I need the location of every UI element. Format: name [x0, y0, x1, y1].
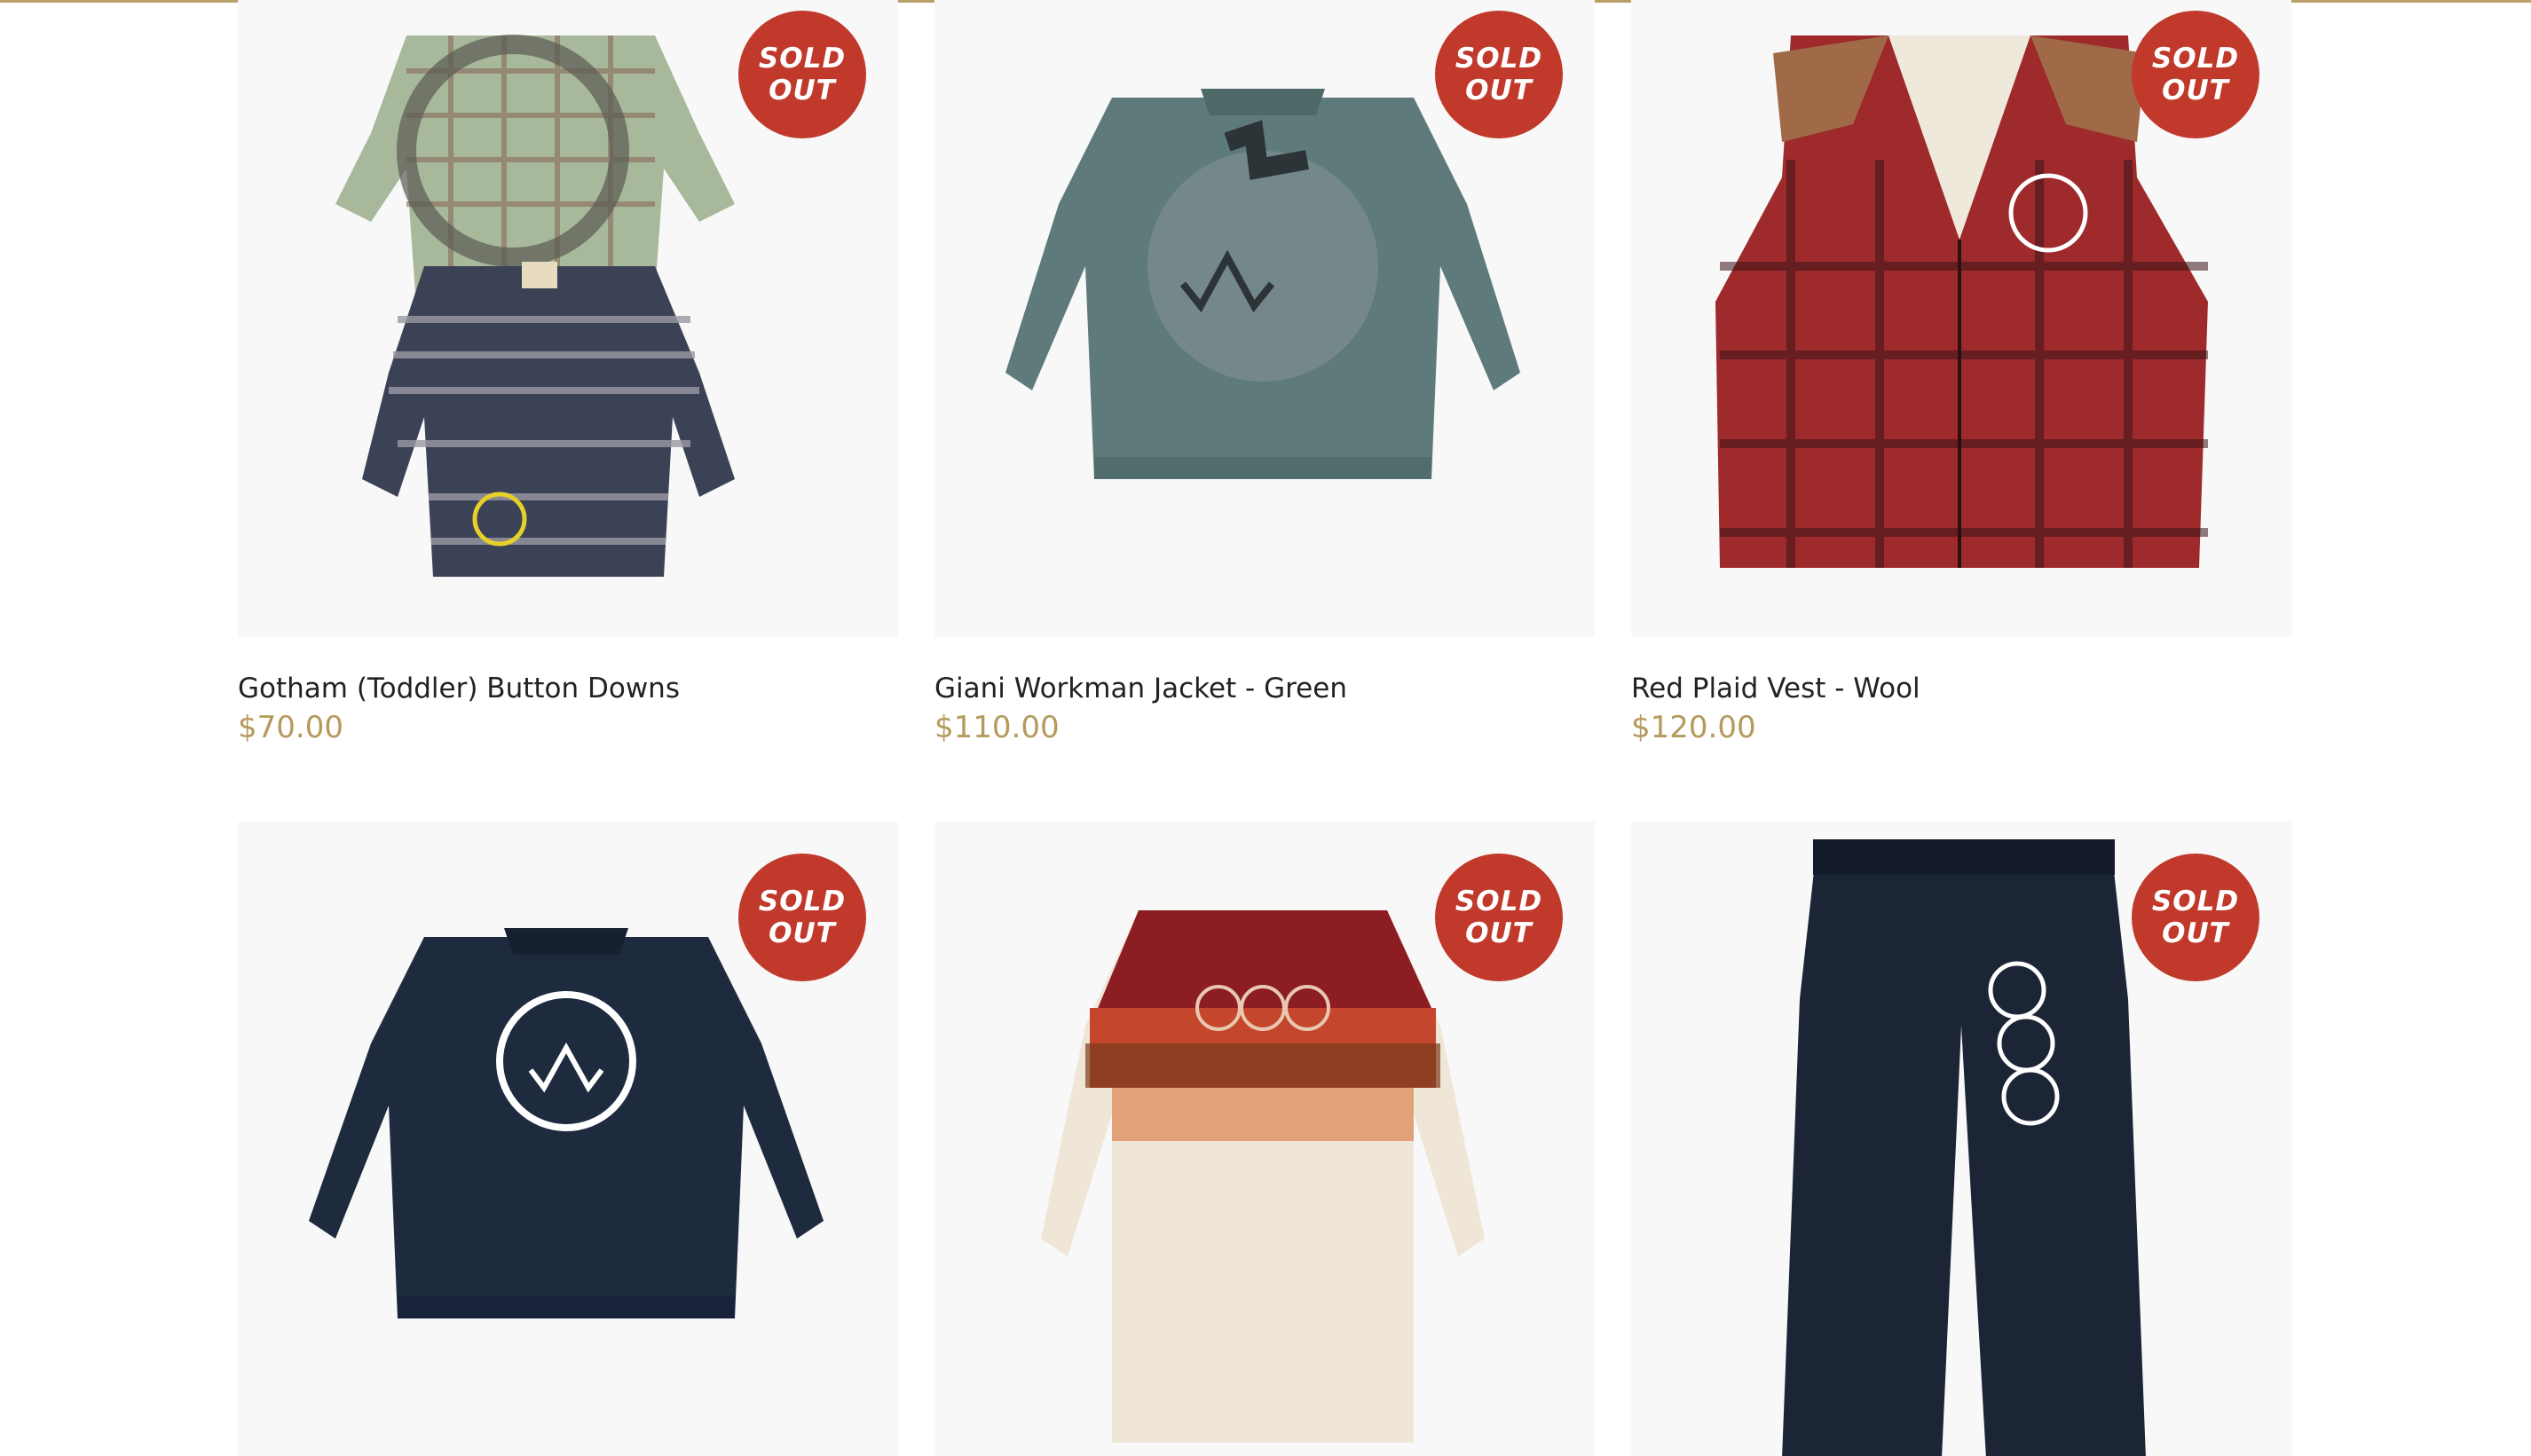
product-title[interactable]: Red Plaid Vest - Wool — [1631, 673, 1920, 704]
badge-line-1: SOLD — [1455, 43, 1543, 75]
product-title[interactable]: Gotham (Toddler) Button Downs — [238, 673, 680, 704]
badge-line-1: SOLD — [2151, 885, 2240, 917]
badge-line-1: SOLD — [758, 885, 847, 917]
sold-out-badge: SOLD OUT — [1435, 11, 1563, 138]
product-price: $110.00 — [934, 710, 1060, 745]
sold-out-badge: SOLD OUT — [738, 854, 866, 981]
badge-line-1: SOLD — [1455, 885, 1543, 917]
badge-line-2: OUT — [769, 75, 836, 106]
sold-out-badge: SOLD OUT — [738, 11, 866, 138]
badge-line-2: OUT — [769, 917, 836, 949]
sold-out-badge: SOLD OUT — [2132, 11, 2259, 138]
badge-line-2: OUT — [2162, 75, 2229, 106]
product-price: $70.00 — [238, 710, 343, 745]
product-price: $120.00 — [1631, 710, 1756, 745]
sold-out-badge: SOLD OUT — [1435, 854, 1563, 981]
badge-line-1: SOLD — [2151, 43, 2240, 75]
product-title[interactable]: Giani Workman Jacket - Green — [934, 673, 1347, 704]
badge-line-2: OUT — [1465, 917, 1533, 949]
badge-line-2: OUT — [1465, 75, 1533, 106]
badge-line-2: OUT — [2162, 917, 2229, 949]
badge-line-1: SOLD — [758, 43, 847, 75]
sold-out-badge: SOLD OUT — [2132, 854, 2259, 981]
